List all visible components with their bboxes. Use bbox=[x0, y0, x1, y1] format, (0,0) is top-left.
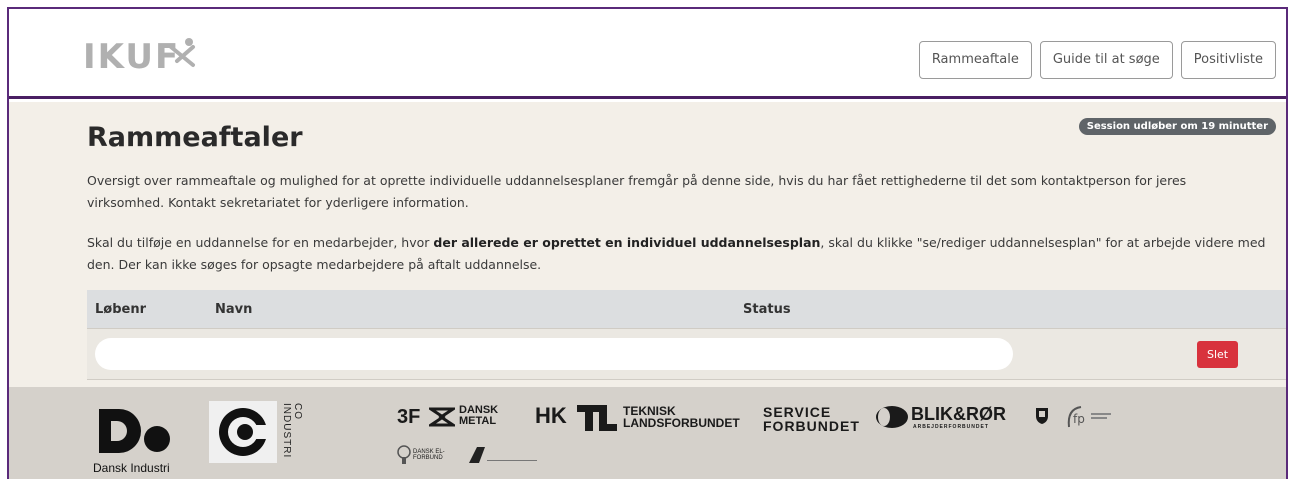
arbejderforbundet-label: ARBEJDERFORBUNDET bbox=[913, 424, 989, 430]
partner-footer: Dansk Industri CO INDUSTRI 3F DANSK META… bbox=[9, 387, 1286, 479]
page-title: Rammeaftaler bbox=[87, 122, 303, 153]
column-header-navn[interactable]: Navn bbox=[215, 302, 252, 317]
union-mark-icon: fp bbox=[1067, 406, 1111, 428]
column-header-status[interactable]: Status bbox=[743, 302, 791, 317]
nav-rammeaftale-button[interactable]: Rammeaftale bbox=[918, 41, 1032, 79]
nav-positivliste-button[interactable]: Positivliste bbox=[1180, 41, 1276, 79]
dansk-industri-logo[interactable]: Dansk Industri bbox=[89, 403, 199, 475]
3f-logo[interactable]: 3F bbox=[397, 407, 420, 427]
dansk-metal-logo[interactable]: DANSK METAL bbox=[459, 405, 519, 427]
main-content: Session udløber om 19 minutter Rammeafta… bbox=[9, 102, 1286, 387]
service-forbundet-logo[interactable]: SERVICE FORBUNDET bbox=[763, 405, 859, 433]
svg-text:fp: fp bbox=[1073, 412, 1085, 426]
app-frame: IKUF Rammeaftale Guide til at søge Posit… bbox=[7, 7, 1288, 479]
co-industri-mark-icon bbox=[209, 401, 277, 463]
row-name-field[interactable] bbox=[95, 338, 1013, 370]
dansk-el-forbund-icon bbox=[397, 445, 411, 464]
co-industri-logo[interactable]: CO INDUSTRI bbox=[209, 401, 303, 463]
co-industri-label: CO INDUSTRI bbox=[281, 403, 303, 459]
dansk-industri-label: Dansk Industri bbox=[93, 461, 170, 475]
dansk-el-forbund-logo[interactable]: DANSK EL-FORBUND bbox=[413, 449, 453, 461]
site-header: IKUF Rammeaftale Guide til at søge Posit… bbox=[9, 9, 1286, 99]
delete-button[interactable]: Slet bbox=[1197, 341, 1239, 368]
dansk-metal-icon bbox=[429, 407, 455, 427]
hk-logo[interactable]: HK bbox=[535, 405, 567, 427]
dansk-industri-mark-icon bbox=[99, 409, 170, 453]
partner-mark-icon bbox=[469, 447, 537, 463]
blik-ror-icon bbox=[876, 406, 908, 428]
nav-guide-button[interactable]: Guide til at søge bbox=[1039, 41, 1173, 79]
site-logo[interactable]: IKUF bbox=[83, 37, 180, 77]
main-nav: Rammeaftale Guide til at søge Positivlis… bbox=[918, 41, 1276, 79]
intro-text: Oversigt over rammeaftale og mulighed fo… bbox=[87, 173, 1187, 210]
teknisk-landsforbund-icon bbox=[577, 405, 617, 431]
rammeaftaler-table: Løbenr Navn Status Slet bbox=[87, 290, 1286, 380]
table-header: Løbenr Navn Status bbox=[87, 290, 1286, 328]
shield-icon bbox=[1036, 408, 1048, 424]
table-row: Slet bbox=[87, 328, 1286, 380]
blik-ror-logo[interactable]: BLIK&RØR bbox=[911, 405, 1006, 423]
instructions-text: Skal du tilføje en uddannelse for en med… bbox=[87, 232, 1267, 276]
logo-figure-icon bbox=[169, 38, 195, 67]
instructions-before: Skal du tilføje en uddannelse for en med… bbox=[87, 235, 434, 250]
teknisk-landsforbund-logo[interactable]: TEKNISK LANDSFORBUNDET bbox=[623, 405, 753, 429]
session-badge: Session udløber om 19 minutter bbox=[1078, 118, 1276, 135]
column-header-lobenr[interactable]: Løbenr bbox=[95, 302, 146, 317]
instructions-bold: der allerede er oprettet en individuel u… bbox=[433, 235, 821, 250]
